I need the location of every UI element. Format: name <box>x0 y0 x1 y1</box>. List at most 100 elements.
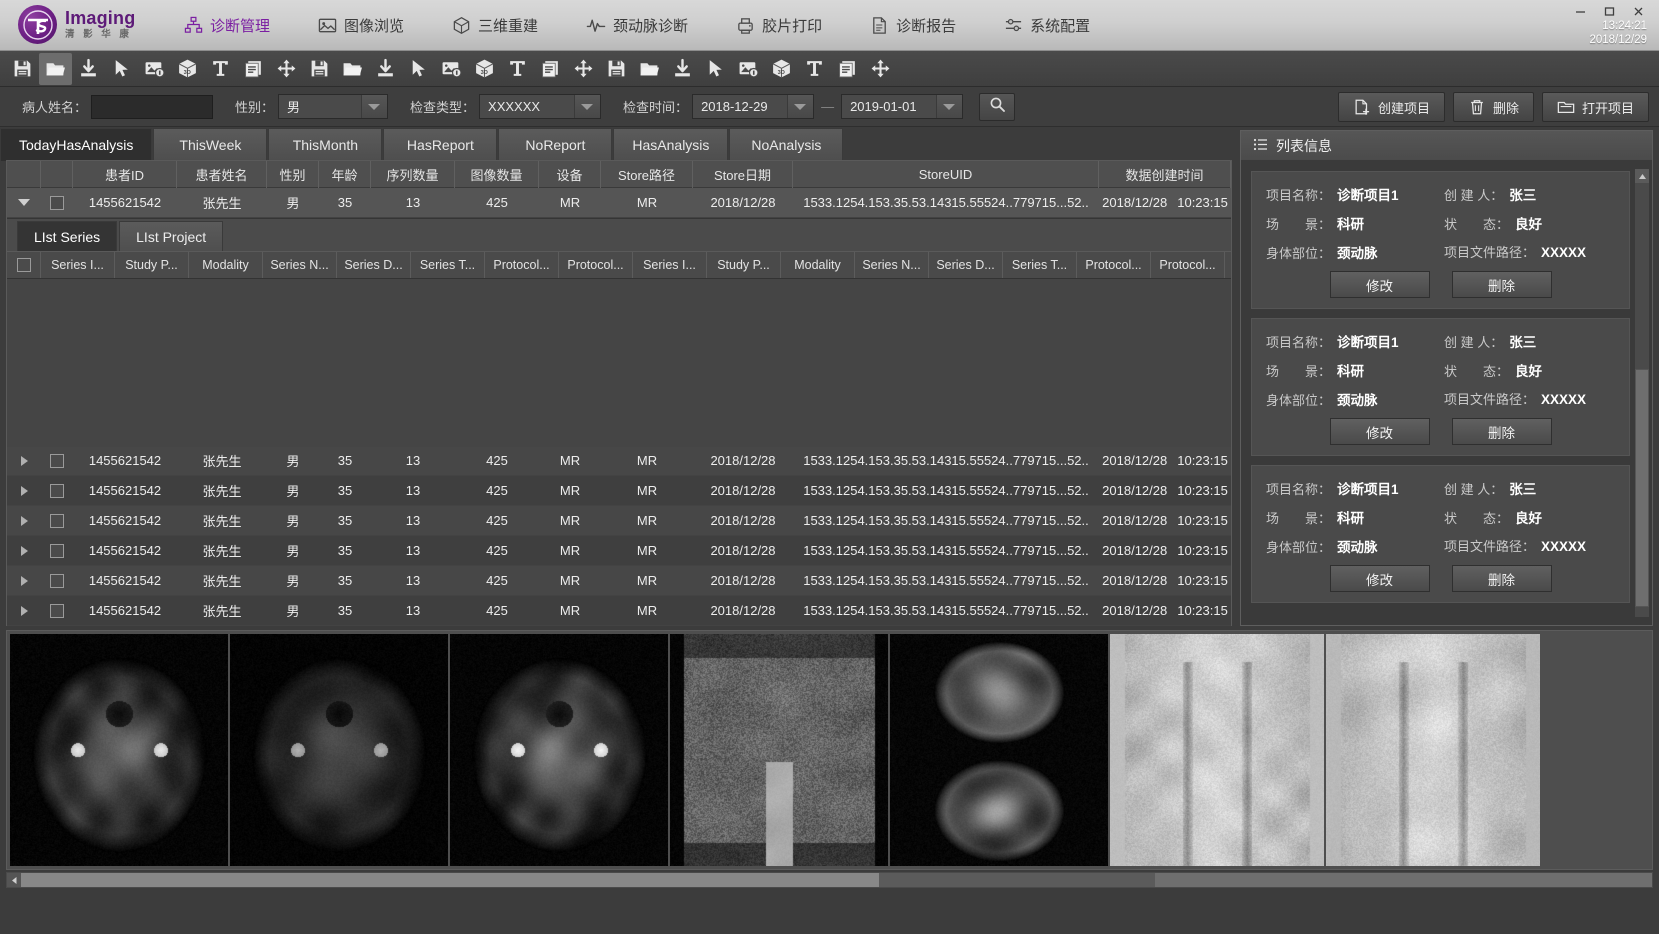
menu-item-2[interactable]: 图像浏览 <box>294 0 428 51</box>
toolbar-button-14[interactable] <box>435 53 468 85</box>
toolbar-button-27[interactable] <box>864 53 897 85</box>
column-header-1[interactable] <box>7 161 41 188</box>
toolbar-button-12[interactable] <box>369 53 402 85</box>
toolbar-button-15[interactable]: 3D <box>468 53 501 85</box>
series-column-header-4[interactable]: Modality <box>189 252 263 278</box>
column-header-6[interactable]: 年龄 <box>319 161 371 188</box>
table-row[interactable]: 1455621542张先生男3513425MRMR2018/12/281533.… <box>7 446 1231 476</box>
maximize-icon[interactable] <box>1595 2 1624 20</box>
exam-type-select[interactable]: XXXXXX <box>479 94 601 119</box>
column-header-8[interactable]: 图像数量 <box>455 161 539 188</box>
row-expander[interactable] <box>7 566 41 596</box>
edit-project-button[interactable]: 修改 <box>1330 418 1430 445</box>
filter-tab-2[interactable]: ThisWeek <box>153 128 267 161</box>
column-header-13[interactable]: 数据创建时间 <box>1099 161 1231 188</box>
edit-project-button[interactable]: 修改 <box>1330 271 1430 298</box>
delete-project-button[interactable]: 删除 <box>1452 271 1552 298</box>
filter-tab-4[interactable]: HasReport <box>383 128 497 161</box>
series-column-header-3[interactable]: Study P... <box>115 252 189 278</box>
series-column-header-17[interactable]: Protocol... <box>1151 252 1225 278</box>
toolbar-button-16[interactable] <box>501 53 534 85</box>
table-row-expanded[interactable]: 1455621542张先生男3513425MRMR2018/12/281533.… <box>7 188 1231 218</box>
toolbar-button-18[interactable] <box>567 53 600 85</box>
series-column-header-15[interactable]: Series T... <box>1003 252 1077 278</box>
thumbnail-5[interactable] <box>890 634 1108 866</box>
toolbar-button-22[interactable] <box>699 53 732 85</box>
column-header-3[interactable]: 患者ID <box>73 161 177 188</box>
toolbar-button-8[interactable] <box>237 53 270 85</box>
filter-tab-1[interactable]: TodayHasAnalysis <box>0 128 152 161</box>
row-checkbox[interactable] <box>41 536 73 566</box>
series-subtab-1[interactable]: LIst Series <box>17 221 117 251</box>
thumbnail-2[interactable] <box>230 634 448 866</box>
toolbar-button-10[interactable] <box>303 53 336 85</box>
row-expander[interactable] <box>7 476 41 506</box>
series-column-header-1[interactable] <box>7 252 41 278</box>
row-expander[interactable] <box>7 536 41 566</box>
column-header-7[interactable]: 序列数量 <box>371 161 455 188</box>
select-all-checkbox-icon[interactable] <box>17 258 31 272</box>
series-column-header-16[interactable]: Protocol... <box>1077 252 1151 278</box>
action-button-2[interactable]: 删除 <box>1453 92 1534 122</box>
series-column-header-5[interactable]: Series N... <box>263 252 337 278</box>
toolbar-button-2[interactable] <box>39 53 72 85</box>
thumbnail-6[interactable] <box>1110 634 1324 866</box>
table-row[interactable]: 1455621542张先生男3513425MRMR2018/12/281533.… <box>7 506 1231 536</box>
toolbar-button-6[interactable]: 3D <box>171 53 204 85</box>
column-header-2[interactable] <box>41 161 73 188</box>
toolbar-button-4[interactable] <box>105 53 138 85</box>
toolbar-button-26[interactable] <box>831 53 864 85</box>
column-header-11[interactable]: Store日期 <box>693 161 793 188</box>
toolbar-button-19[interactable] <box>600 53 633 85</box>
series-column-header-2[interactable]: Series I... <box>41 252 115 278</box>
table-row[interactable]: 1455621542张先生男3513425MRMR2018/12/281533.… <box>7 476 1231 506</box>
column-header-4[interactable]: 患者姓名 <box>177 161 267 188</box>
toolbar-button-21[interactable] <box>666 53 699 85</box>
row-checkbox[interactable] <box>41 506 73 536</box>
series-column-header-8[interactable]: Protocol... <box>485 252 559 278</box>
scroll-track[interactable] <box>21 873 1652 887</box>
scroll-thumb[interactable] <box>1635 369 1649 607</box>
menu-item-3[interactable]: 三维重建 <box>428 0 562 51</box>
table-row[interactable]: 1455621542张先生男3513425MRMR2018/12/281533.… <box>7 596 1231 626</box>
menu-item-4[interactable]: 颈动脉诊断 <box>562 0 712 51</box>
thumbnail-1[interactable] <box>10 634 228 866</box>
filter-tab-6[interactable]: HasAnalysis <box>613 128 728 161</box>
row-expander[interactable] <box>7 188 41 218</box>
series-column-header-10[interactable]: Series I... <box>633 252 707 278</box>
toolbar-button-3[interactable] <box>72 53 105 85</box>
delete-project-button[interactable]: 删除 <box>1452 418 1552 445</box>
row-checkbox[interactable] <box>41 446 73 476</box>
column-header-12[interactable]: StoreUID <box>793 161 1099 188</box>
row-expander[interactable] <box>7 596 41 626</box>
row-expander[interactable] <box>7 446 41 476</box>
row-checkbox[interactable] <box>41 476 73 506</box>
menu-item-7[interactable]: 系统配置 <box>980 0 1114 51</box>
toolbar-button-24[interactable]: 3D <box>765 53 798 85</box>
right-panel-scrollbar[interactable] <box>1635 169 1649 617</box>
scroll-thumb-secondary[interactable] <box>1155 873 1652 887</box>
menu-item-1[interactable]: 诊断管理 <box>160 0 294 51</box>
toolbar-button-23[interactable] <box>732 53 765 85</box>
minimize-icon[interactable] <box>1566 2 1595 20</box>
row-checkbox[interactable] <box>41 188 73 218</box>
column-header-10[interactable]: Store路径 <box>601 161 693 188</box>
scroll-thumb[interactable] <box>21 873 879 887</box>
date-to-select[interactable]: 2019-01-01 <box>841 94 963 119</box>
series-column-header-12[interactable]: Modality <box>781 252 855 278</box>
series-column-header-14[interactable]: Series D... <box>929 252 1003 278</box>
series-subtab-2[interactable]: LIst Project <box>119 221 223 251</box>
row-checkbox[interactable] <box>41 566 73 596</box>
search-button[interactable] <box>979 93 1015 121</box>
toolbar-button-9[interactable] <box>270 53 303 85</box>
series-column-header-13[interactable]: Series N... <box>855 252 929 278</box>
toolbar-button-11[interactable] <box>336 53 369 85</box>
edit-project-button[interactable]: 修改 <box>1330 565 1430 592</box>
thumbnail-7[interactable] <box>1326 634 1540 866</box>
column-header-5[interactable]: 性别 <box>267 161 319 188</box>
filter-tab-7[interactable]: NoAnalysis <box>729 128 843 161</box>
toolbar-button-5[interactable] <box>138 53 171 85</box>
action-button-3[interactable]: 打开项目 <box>1542 92 1649 122</box>
scroll-left-icon[interactable] <box>7 873 21 887</box>
series-column-header-11[interactable]: Study P... <box>707 252 781 278</box>
